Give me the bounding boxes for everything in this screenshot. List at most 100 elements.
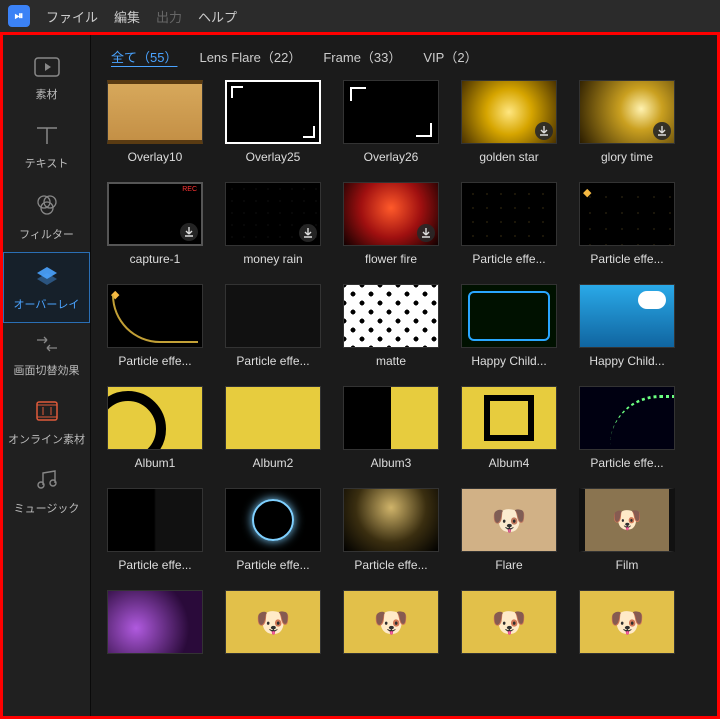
thumb-label: Overlay25 (225, 150, 321, 164)
thumb-item[interactable]: Album3 (343, 386, 439, 470)
thumbnail (461, 386, 557, 450)
download-icon[interactable] (653, 122, 671, 140)
thumb-label: Overlay26 (343, 150, 439, 164)
thumbnail (225, 590, 321, 654)
online-icon (3, 400, 90, 425)
download-icon[interactable] (417, 224, 435, 242)
thumb-item[interactable]: capture-1 (107, 182, 203, 266)
tab-3[interactable]: VIP（2） (423, 47, 477, 66)
thumb-label: flower fire (343, 252, 439, 266)
thumb-label: Film (579, 558, 675, 572)
thumbnail (461, 80, 557, 144)
thumbnail (225, 488, 321, 552)
thumbnail (225, 80, 321, 144)
thumb-label: Flare (461, 558, 557, 572)
thumbnail (225, 386, 321, 450)
sidebar-item-label: オーバーレイ (14, 299, 80, 311)
overlay-icon (4, 265, 89, 290)
thumb-item[interactable]: Particle effe... (225, 488, 321, 572)
thumb-item[interactable]: Overlay10 (107, 80, 203, 164)
sidebar-item-overlay[interactable]: オーバーレイ (3, 252, 90, 323)
thumbnail (225, 182, 321, 246)
thumb-item[interactable]: Particle effe... (461, 182, 557, 266)
sidebar-item-transition[interactable]: 画面切替効果 (3, 323, 90, 388)
thumbnail (579, 284, 675, 348)
thumb-item[interactable]: Album2 (225, 386, 321, 470)
thumbnail (343, 386, 439, 450)
thumb-label: matte (343, 354, 439, 368)
download-icon[interactable] (299, 224, 317, 242)
thumb-item[interactable]: matte (343, 284, 439, 368)
thumb-item[interactable] (107, 590, 203, 660)
thumbnail-scroll[interactable]: Overlay10 Overlay25 Overlay26 golden star gl… (91, 80, 717, 716)
menu-help[interactable]: ヘルプ (198, 7, 237, 26)
thumb-label: Album3 (343, 456, 439, 470)
vip-icon: ◆ (111, 288, 119, 301)
thumb-item[interactable]: Particle effe... (579, 386, 675, 470)
sidebar-item-label: ミュージック (14, 503, 80, 515)
thumb-item[interactable]: Happy Child... (461, 284, 557, 368)
tab-1[interactable]: Lens Flare（22） (199, 47, 301, 66)
menubar: ⏯ ファイル 編集 出力 ヘルプ (0, 0, 720, 32)
content-area: 全て（55） Lens Flare（22） Frame（33） VIP（2） Over… (91, 35, 717, 716)
sidebar-item-text[interactable]: テキスト (3, 112, 90, 181)
thumb-label: Particle effe... (579, 252, 675, 266)
thumbnail (343, 182, 439, 246)
thumb-item[interactable]: Overlay25 (225, 80, 321, 164)
menu-file[interactable]: ファイル (46, 7, 98, 26)
thumb-item[interactable]: ◆ Particle effe... (579, 182, 675, 266)
thumb-item[interactable]: ◆ Particle effe... (107, 284, 203, 368)
sidebar-item-label: テキスト (25, 158, 69, 170)
thumb-item[interactable]: Particle effe... (225, 284, 321, 368)
thumb-item[interactable]: Album4 (461, 386, 557, 470)
thumb-label: Album1 (107, 456, 203, 470)
sidebar-item-label: 素材 (36, 89, 58, 101)
thumb-item[interactable]: Happy Child... (579, 284, 675, 368)
thumb-label: capture-1 (107, 252, 203, 266)
download-icon[interactable] (180, 223, 198, 241)
sidebar-item-label: フィルター (19, 229, 74, 241)
sidebar-item-online[interactable]: オンライン素材 (3, 388, 90, 457)
thumb-item[interactable]: Flare (461, 488, 557, 572)
thumb-item[interactable]: Particle effe... (107, 488, 203, 572)
sidebar-item-filter[interactable]: フィルター (3, 181, 90, 252)
menu-edit[interactable]: 編集 (114, 7, 140, 26)
thumb-label: Overlay10 (107, 150, 203, 164)
app-icon: ⏯ (8, 5, 30, 27)
thumbnail (579, 386, 675, 450)
thumb-label: money rain (225, 252, 321, 266)
tab-0[interactable]: 全て（55） (111, 47, 177, 66)
sidebar-item-media[interactable]: 素材 (3, 45, 90, 112)
filter-icon (3, 193, 90, 220)
thumb-label: glory time (579, 150, 675, 164)
thumb-item[interactable] (461, 590, 557, 660)
thumb-item[interactable] (343, 590, 439, 660)
thumb-label: Particle effe... (343, 558, 439, 572)
text-icon (3, 124, 90, 149)
thumb-item[interactable]: Particle effe... (343, 488, 439, 572)
thumb-label: golden star (461, 150, 557, 164)
thumb-item[interactable]: Album1 (107, 386, 203, 470)
thumb-label: Album4 (461, 456, 557, 470)
thumb-label: Particle effe... (225, 354, 321, 368)
thumb-item[interactable]: Film (579, 488, 675, 572)
thumb-item[interactable]: money rain (225, 182, 321, 266)
thumbnail (107, 386, 203, 450)
thumb-item[interactable]: flower fire (343, 182, 439, 266)
thumb-item[interactable] (225, 590, 321, 660)
thumb-item[interactable]: Overlay26 (343, 80, 439, 164)
thumb-item[interactable]: glory time (579, 80, 675, 164)
download-icon[interactable] (535, 122, 553, 140)
thumb-item[interactable] (579, 590, 675, 660)
thumb-item[interactable]: golden star (461, 80, 557, 164)
vip-icon: ◆ (583, 186, 591, 199)
thumb-label: Particle effe... (107, 558, 203, 572)
thumbnail (579, 80, 675, 144)
tab-2[interactable]: Frame（33） (323, 47, 401, 66)
category-tabs: 全て（55） Lens Flare（22） Frame（33） VIP（2） (91, 35, 717, 80)
thumb-label: Particle effe... (107, 354, 203, 368)
thumb-label: Happy Child... (579, 354, 675, 368)
thumbnail (225, 284, 321, 348)
sidebar-item-label: 画面切替効果 (14, 365, 80, 377)
sidebar-item-music[interactable]: ミュージック (3, 457, 90, 526)
